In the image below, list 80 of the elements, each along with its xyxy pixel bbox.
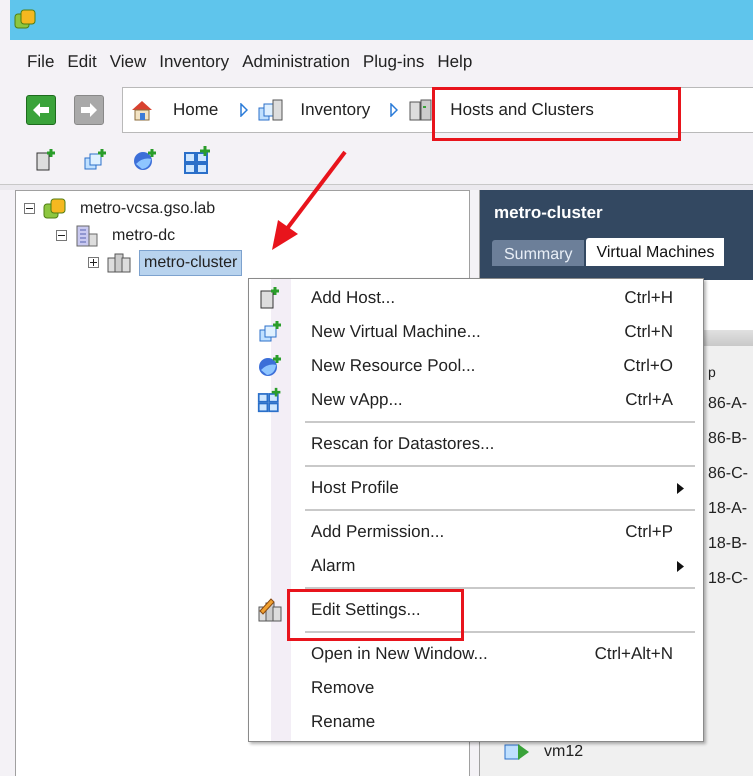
list-row-text[interactable]: 18-B- — [708, 532, 753, 555]
house-icon — [131, 99, 153, 121]
cluster-icon — [107, 252, 131, 274]
add-host-icon — [259, 286, 281, 310]
menu-item[interactable]: Inventory — [159, 49, 230, 75]
tree-node-label[interactable]: metro-cluster — [139, 250, 242, 276]
list-row-text[interactable]: 18-A- — [708, 497, 753, 520]
breadcrumb-link[interactable]: Inventory — [300, 97, 370, 123]
expand-toggle-icon[interactable] — [88, 257, 99, 268]
menu-item[interactable]: Administration — [242, 49, 350, 75]
server-logo-icon — [43, 198, 67, 220]
shortcut-label: Ctrl+P — [624, 521, 673, 544]
breadcrumb-link[interactable]: Home — [173, 97, 218, 123]
shortcut-label: Ctrl+N — [623, 321, 673, 344]
pencil-cluster-icon — [257, 597, 283, 623]
list-row-text[interactable]: 86-B- — [708, 427, 753, 450]
server-stack-icon — [258, 98, 284, 122]
resource-pool-icon — [258, 354, 282, 378]
breadcrumb-link[interactable]: Hosts and Clusters — [450, 97, 594, 123]
vm-icon — [504, 742, 530, 762]
vm-name[interactable]: vm12 — [544, 740, 584, 764]
forward-button[interactable] — [74, 95, 104, 125]
menu-item[interactable]: Help — [437, 49, 472, 75]
menu-item[interactable]: Edit — [67, 49, 97, 75]
list-row-text[interactable]: 18-C- — [708, 567, 753, 590]
menu-item-label: Rename — [311, 711, 376, 734]
resource-pool-icon[interactable] — [133, 148, 157, 172]
back-arrow-icon — [32, 102, 50, 118]
server-pair-icon — [408, 98, 434, 122]
vapp-icon[interactable] — [183, 145, 213, 175]
context-menu-item[interactable]: Host Profile — [249, 471, 703, 505]
shortcut-label: Ctrl+A — [624, 389, 673, 412]
back-button[interactable] — [26, 95, 56, 125]
menu-item-label: Rescan for Datastores... — [311, 433, 496, 456]
menu-item-label: Add Permission... — [311, 521, 446, 544]
menu-item[interactable]: Plug-ins — [362, 49, 424, 75]
app-logo-icon — [14, 9, 36, 31]
column-header: p — [708, 363, 717, 380]
context-menu-item[interactable]: Open in New Window... Ctrl+Alt+N — [249, 637, 703, 671]
menu-item-label: New vApp... — [311, 389, 404, 412]
context-menu-item[interactable]: New vApp... Ctrl+A — [249, 383, 703, 417]
collapse-toggle-icon[interactable] — [56, 230, 67, 241]
new-vm-icon[interactable] — [83, 148, 107, 172]
detail-title: metro-cluster — [494, 202, 604, 224]
menu-item-label: New Virtual Machine... — [311, 321, 482, 344]
breadcrumb-separator-icon — [240, 103, 248, 117]
context-menu-item[interactable]: Rescan for Datastores... — [249, 427, 703, 461]
context-menu-item[interactable]: Remove — [249, 671, 703, 705]
context-menu-item[interactable]: Add Host... Ctrl+H — [249, 281, 703, 315]
menu-item-label: New Resource Pool... — [311, 355, 476, 378]
building-icon — [75, 224, 99, 248]
tab[interactable]: Summary — [492, 240, 584, 266]
tree-node-label[interactable]: metro-dc — [107, 222, 180, 248]
context-menu-item[interactable]: New Virtual Machine... Ctrl+N — [249, 315, 703, 349]
shortcut-label: Ctrl+O — [622, 355, 673, 378]
add-host-icon[interactable] — [35, 148, 57, 172]
menu-item-label: Host Profile — [311, 477, 400, 500]
context-menu-item[interactable]: Add Permission... Ctrl+P — [249, 515, 703, 549]
menu-item-label: Open in New Window... — [311, 643, 489, 666]
collapse-toggle-icon[interactable] — [24, 203, 35, 214]
context-menu-item[interactable]: New Resource Pool... Ctrl+O — [249, 349, 703, 383]
breadcrumb-separator-icon — [390, 103, 398, 117]
forward-arrow-icon — [80, 102, 98, 118]
shortcut-label: Ctrl+H — [623, 287, 673, 310]
vapp-icon — [257, 387, 283, 413]
context-menu-item[interactable]: Rename — [249, 705, 703, 739]
menu-item-label: Add Host... — [311, 287, 396, 310]
new-vm-icon — [258, 320, 282, 344]
menu-item[interactable]: View — [110, 49, 146, 75]
menu-item-label: Remove — [311, 677, 376, 700]
tree-node-label[interactable]: metro-vcsa.gso.lab — [75, 196, 220, 222]
list-row-text[interactable]: 86-A- — [708, 392, 753, 415]
context-menu-item[interactable]: Edit Settings... — [249, 593, 703, 627]
context-menu-item[interactable]: Alarm — [249, 549, 703, 583]
list-row-text[interactable]: 86-C- — [708, 462, 753, 485]
shortcut-label: Ctrl+Alt+N — [594, 643, 673, 666]
menu-item[interactable]: File — [27, 49, 54, 75]
menu-item-label: Edit Settings... — [311, 599, 422, 622]
tab[interactable]: Virtual Machines — [586, 238, 724, 266]
menu-item-label: Alarm — [311, 555, 356, 578]
